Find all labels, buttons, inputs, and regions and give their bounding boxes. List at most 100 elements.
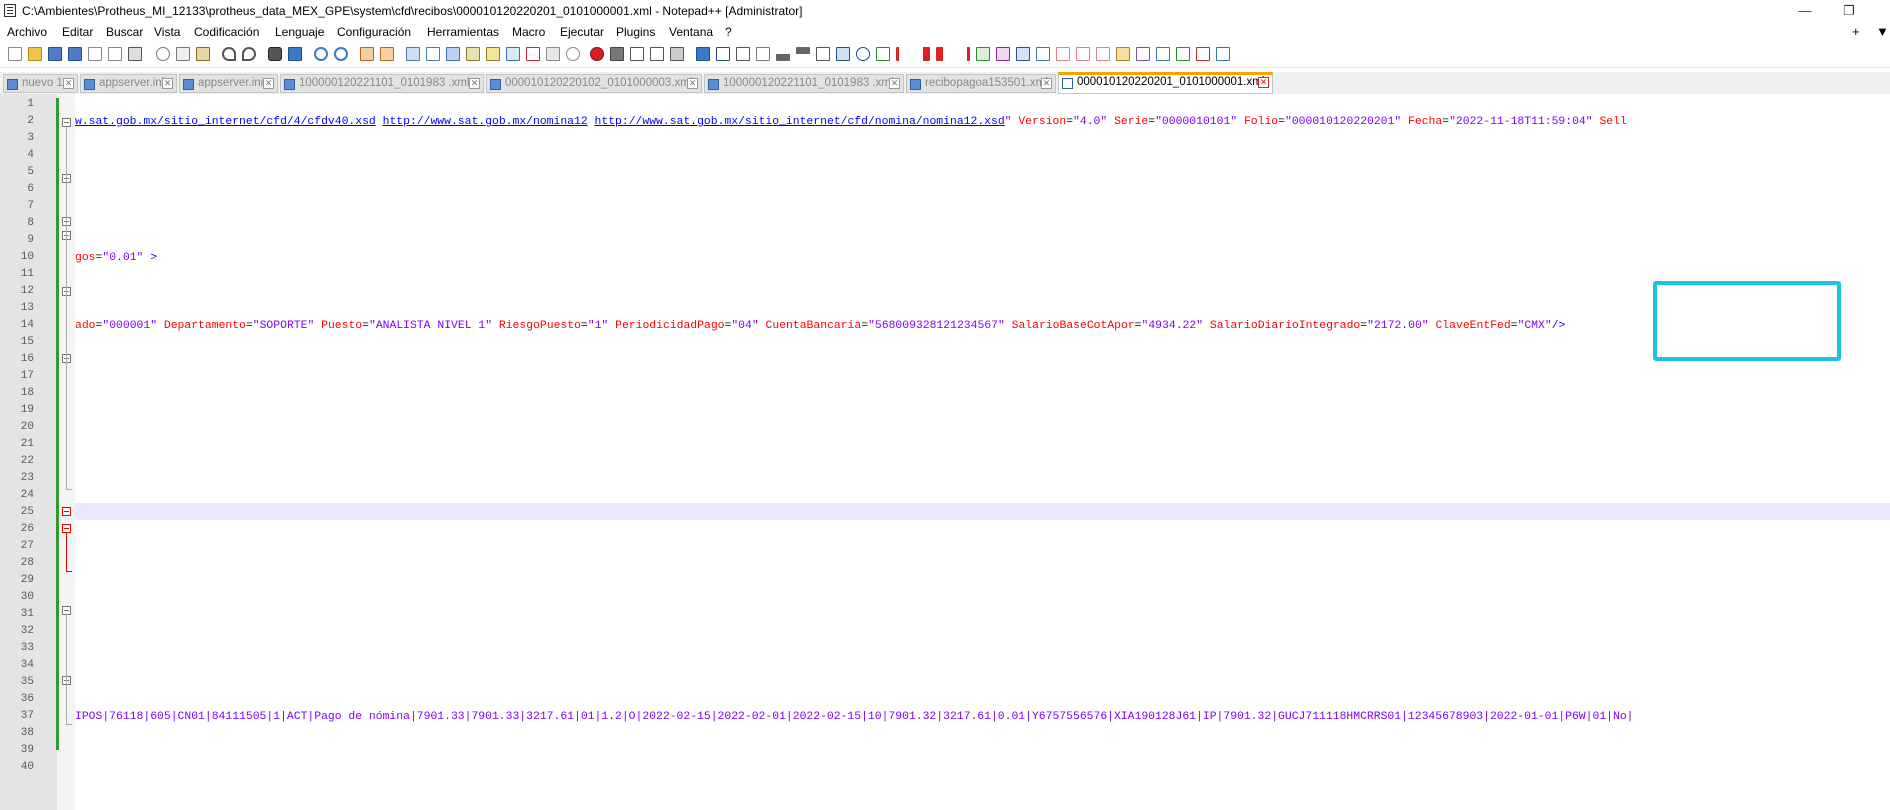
first-icon[interactable] <box>896 47 910 61</box>
collapse-up-icon[interactable] <box>776 47 790 61</box>
code-line-37[interactable]: IPOS|76118|605|CN01|84111505|1|ACT|Pago … <box>75 709 1634 726</box>
minimize-button[interactable]: — <box>1792 2 1818 20</box>
copy-icon[interactable] <box>176 47 190 61</box>
tab-close-icon[interactable]: ✕ <box>1258 77 1269 88</box>
doc-red-icon[interactable] <box>1056 47 1070 61</box>
code-line-2[interactable]: w.sat.gob.mx/sitio_internet/cfd/4/cfdv40… <box>75 114 1627 131</box>
zoom-in-icon[interactable] <box>314 47 328 61</box>
diff-prev-icon[interactable] <box>996 47 1010 61</box>
doc-red-2-icon[interactable] <box>1076 47 1090 61</box>
sync-horizontal-icon[interactable] <box>380 47 394 61</box>
tab-close-icon[interactable]: ✕ <box>162 78 173 89</box>
doc-red-3-icon[interactable] <box>1096 47 1110 61</box>
ampersand-strike-icon[interactable] <box>1156 47 1170 61</box>
open-file-icon[interactable] <box>28 47 42 61</box>
tool-wand-icon[interactable] <box>1036 47 1050 61</box>
menu-buscar[interactable]: Buscar <box>106 25 143 39</box>
zoom-out-icon[interactable] <box>334 47 348 61</box>
uncomment-icon[interactable] <box>1196 47 1210 61</box>
menu-lenguaje[interactable]: Lenguaje <box>275 25 324 39</box>
previous-icon[interactable] <box>916 47 930 61</box>
restore-button[interactable]: ❐ <box>1836 2 1862 20</box>
word-wrap-icon[interactable] <box>406 47 420 61</box>
save-all-icon[interactable] <box>68 47 82 61</box>
tab-recibopagoa153501[interactable]: recibopagoa153501.xml ✕ <box>906 74 1056 93</box>
run-macro-multiple-icon[interactable] <box>650 47 664 61</box>
menu-help[interactable]: ? <box>725 25 732 39</box>
menu-configuracion[interactable]: Configuración <box>337 25 411 39</box>
editor-area[interactable]: 1 2 3 4 5 6 7 8 9 10 11 12 13 14 15 16 17 18 19 20 21 22 23 24 2… <box>0 94 1890 810</box>
document-list-icon[interactable] <box>506 47 520 61</box>
record-macro-icon[interactable] <box>590 47 604 61</box>
tab-100000120221101-a[interactable]: 100000120221101_0101983 .xml ✕ <box>280 74 484 93</box>
save-macro-icon[interactable] <box>670 47 684 61</box>
expand-down-icon[interactable] <box>796 47 810 61</box>
check-icon[interactable] <box>876 47 890 61</box>
menu-codificacion[interactable]: Codificación <box>194 25 259 39</box>
undo-icon[interactable] <box>222 47 236 61</box>
menu-archivo[interactable]: Archivo <box>7 25 47 39</box>
define-language-icon[interactable] <box>466 47 480 61</box>
code-line-14[interactable]: ado="000001" Departamento="SOPORTE" Pues… <box>75 318 1565 335</box>
menu-macro[interactable]: Macro <box>512 25 545 39</box>
panel-icon[interactable] <box>836 47 850 61</box>
redo-icon[interactable] <box>242 47 256 61</box>
lines-icon[interactable] <box>816 47 830 61</box>
close-all-icon[interactable] <box>108 47 122 61</box>
tab-appserver-ini-2[interactable]: appserver.ini ✕ <box>179 74 278 93</box>
wrench-icon[interactable] <box>1216 47 1230 61</box>
code-line-10[interactable]: gos="0.01" > <box>75 250 157 267</box>
tab-close-icon[interactable]: ✕ <box>687 78 698 89</box>
pretty-print-icon[interactable] <box>756 47 770 61</box>
compare-list-icon[interactable] <box>736 47 750 61</box>
refresh-icon[interactable] <box>856 47 870 61</box>
print-icon[interactable] <box>128 47 142 61</box>
tab-close-icon[interactable]: ✕ <box>469 78 480 89</box>
last-icon[interactable] <box>956 47 970 61</box>
tab-nuevo-1[interactable]: nuevo 1 ✕ <box>3 74 78 93</box>
tab-close-icon[interactable]: ✕ <box>63 78 74 89</box>
document-map-icon[interactable] <box>486 47 500 61</box>
menu-ventana[interactable]: Ventana <box>669 25 713 39</box>
tab-close-icon[interactable]: ✕ <box>1041 78 1052 89</box>
new-file-icon[interactable] <box>8 47 22 61</box>
tab-close-icon[interactable]: ✕ <box>889 78 900 89</box>
function-list-icon[interactable] <box>526 47 540 61</box>
menu-vista[interactable]: Vista <box>154 25 180 39</box>
fold-marker-active[interactable] <box>62 524 71 533</box>
find-icon[interactable] <box>268 47 282 61</box>
replace-icon[interactable] <box>288 47 302 61</box>
folder-workspace-icon[interactable] <box>546 47 560 61</box>
add-tab-icon[interactable]: + <box>1852 24 1860 39</box>
tab-000010120220201-active[interactable]: 000010120220201_0101000001.xml ✕ <box>1058 72 1273 94</box>
menu-plugins[interactable]: Plugins <box>616 25 655 39</box>
tab-list-arrow-icon[interactable]: ▼ <box>1876 24 1889 39</box>
sync-vertical-icon[interactable] <box>360 47 374 61</box>
stop-macro-icon[interactable] <box>610 47 624 61</box>
tab-100000120221101-b[interactable]: 100000120221101_0101983 .xml ✕ <box>704 74 904 93</box>
brush-icon[interactable] <box>1116 47 1130 61</box>
ampersand-icon[interactable] <box>1136 47 1150 61</box>
play-macro-icon[interactable] <box>630 47 644 61</box>
fold-marker[interactable] <box>62 118 71 127</box>
tab-close-icon[interactable]: ✕ <box>263 78 274 89</box>
show-all-chars-icon[interactable] <box>426 47 440 61</box>
next-icon[interactable] <box>936 47 950 61</box>
compare-icon[interactable] <box>716 47 730 61</box>
xml-tools-icon[interactable] <box>696 47 710 61</box>
paste-icon[interactable] <box>196 47 210 61</box>
menu-herramientas[interactable]: Herramientas <box>427 25 499 39</box>
menu-ejecutar[interactable]: Ejecutar <box>560 25 604 39</box>
fold-marker-active[interactable] <box>62 507 71 516</box>
diff-first-icon[interactable] <box>1016 47 1030 61</box>
save-icon[interactable] <box>48 47 62 61</box>
tab-appserver-ini-1[interactable]: appserver.ini ✕ <box>80 74 177 93</box>
cut-icon[interactable] <box>156 47 170 61</box>
comment-icon[interactable] <box>1176 47 1190 61</box>
monitoring-icon[interactable] <box>566 47 580 61</box>
tab-000010120220102[interactable]: 000010120220102_0101000003.xml ✕ <box>486 74 702 93</box>
indent-guide-icon[interactable] <box>446 47 460 61</box>
diff-next-icon[interactable] <box>976 47 990 61</box>
close-file-icon[interactable] <box>88 47 102 61</box>
menu-editar[interactable]: Editar <box>62 25 93 39</box>
